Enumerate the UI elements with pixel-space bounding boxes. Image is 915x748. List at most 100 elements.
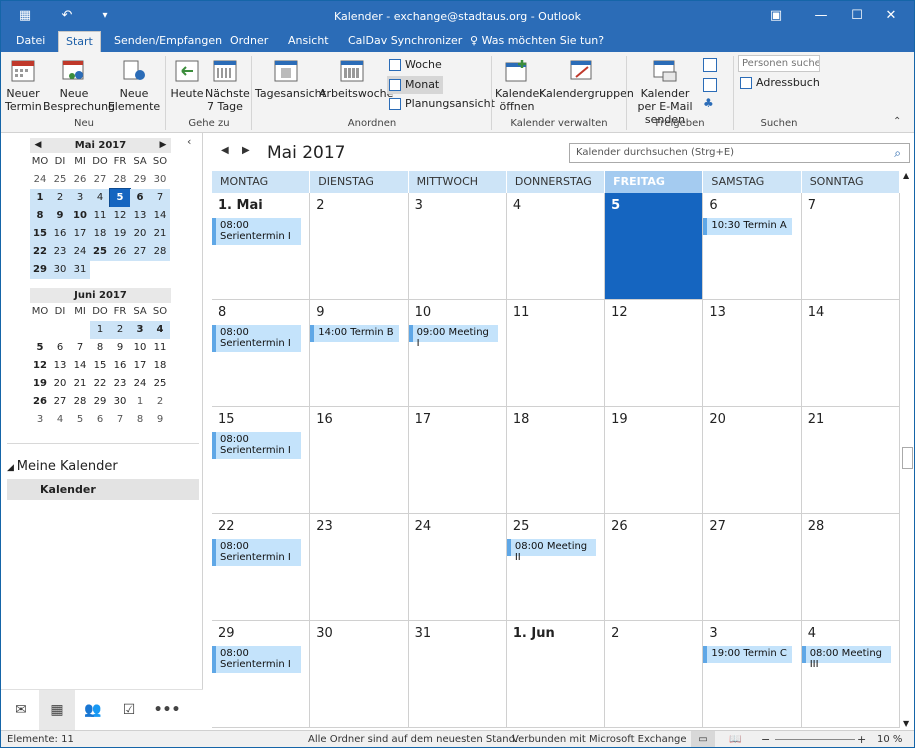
- mini-day[interactable]: 4: [150, 321, 170, 339]
- day-cell[interactable]: 7: [802, 193, 900, 299]
- mini-day[interactable]: 11: [150, 339, 170, 357]
- mini-day[interactable]: 25: [90, 243, 110, 261]
- new-meeting-button[interactable]: Neue Besprechung: [43, 58, 115, 113]
- day-cell[interactable]: 17: [409, 407, 507, 513]
- mini-day[interactable]: 28: [150, 243, 170, 261]
- day-cell[interactable]: 9 14:00 Termin B: [310, 300, 409, 406]
- mini-day[interactable]: 3: [130, 321, 150, 339]
- mini-day[interactable]: 7: [150, 189, 170, 207]
- appointment[interactable]: 08:00 Meeting III: [801, 646, 891, 670]
- calendar-groups-button[interactable]: Kalendergruppen: [539, 58, 634, 100]
- mini-day[interactable]: 25: [50, 171, 70, 189]
- mini-day[interactable]: 31: [70, 261, 90, 279]
- appointment[interactable]: 19:00 Termin C: [703, 646, 793, 663]
- mini-day[interactable]: 5: [70, 411, 90, 429]
- mini-day[interactable]: 1: [90, 321, 110, 339]
- day-cell[interactable]: 14: [802, 300, 900, 406]
- appointment[interactable]: 09:00 Meeting I: [408, 325, 498, 349]
- mini-day[interactable]: 9: [50, 207, 70, 225]
- mini-day[interactable]: 19: [110, 225, 130, 243]
- mini-day[interactable]: 13: [130, 207, 150, 225]
- day-cell[interactable]: 31: [409, 621, 507, 727]
- zoom-out-icon[interactable]: −: [761, 731, 770, 747]
- prev-month-icon[interactable]: ◀: [32, 138, 44, 153]
- calendar-search-input[interactable]: Kalender durchsuchen (Strg+E) ⌕: [569, 143, 910, 163]
- appointment[interactable]: 08:00 Serientermin I: [212, 432, 301, 459]
- day-cell[interactable]: 2: [310, 193, 409, 299]
- tell-me-box[interactable]: ♀ Was möchten Sie tun?: [463, 31, 611, 52]
- mini-day[interactable]: 24: [30, 171, 50, 189]
- day-cell[interactable]: 29 08:00 Serientermin I: [212, 621, 311, 727]
- day-cell[interactable]: 6 10:30 Termin A: [703, 193, 802, 299]
- mini-day[interactable]: 10: [130, 339, 150, 357]
- day-cell[interactable]: 1. Mai 08:00 Serientermin I: [212, 193, 311, 299]
- mini-day[interactable]: 4: [50, 411, 70, 429]
- mini-day[interactable]: 18: [150, 357, 170, 375]
- day-cell[interactable]: 28: [802, 514, 900, 620]
- tab-datei[interactable]: Datei: [9, 31, 52, 52]
- mini-day[interactable]: 8: [30, 207, 50, 225]
- day-cell[interactable]: 1. Jun: [507, 621, 606, 727]
- day-cell[interactable]: 12: [605, 300, 704, 406]
- tab-caldav[interactable]: CalDav Synchronizer: [341, 31, 469, 52]
- appointment[interactable]: 10:30 Termin A: [703, 218, 793, 235]
- mini-day[interactable]: 5: [30, 339, 50, 357]
- day-cell[interactable]: 27: [703, 514, 802, 620]
- mini-day[interactable]: 24: [70, 243, 90, 261]
- mini-day[interactable]: 5: [109, 188, 131, 208]
- mini-day[interactable]: 15: [90, 357, 110, 375]
- people-icon[interactable]: 👥: [75, 690, 111, 731]
- day-cell[interactable]: 4: [507, 193, 606, 299]
- day-cell[interactable]: 24: [409, 514, 507, 620]
- next-7-days-button[interactable]: Nächste 7 Tage: [205, 58, 250, 113]
- tab-senden-empfangen[interactable]: Senden/Empfangen: [107, 31, 229, 52]
- day-cell[interactable]: 5: [605, 193, 704, 299]
- mini-day[interactable]: 2: [150, 393, 170, 411]
- search-icon[interactable]: ⌕: [894, 144, 901, 162]
- scroll-up-icon[interactable]: ▲: [903, 171, 909, 180]
- mini-day[interactable]: 7: [110, 411, 130, 429]
- mini-day[interactable]: 29: [30, 261, 50, 279]
- mini-day[interactable]: 18: [90, 225, 110, 243]
- tab-ordner[interactable]: Ordner: [223, 31, 275, 52]
- mini-day[interactable]: 28: [110, 171, 130, 189]
- vertical-scrollbar[interactable]: ▲ ▼: [901, 171, 914, 728]
- mini-day[interactable]: 6: [90, 411, 110, 429]
- mini-day[interactable]: 6: [50, 339, 70, 357]
- tasks-icon[interactable]: ☑: [111, 690, 147, 731]
- mini-day[interactable]: 29: [130, 171, 150, 189]
- mini-day[interactable]: 9: [110, 339, 130, 357]
- mini-day[interactable]: 17: [70, 225, 90, 243]
- appointment[interactable]: 14:00 Termin B: [310, 325, 400, 342]
- my-calendars-group[interactable]: ◢ Meine Kalender: [7, 459, 118, 474]
- zoom-in-icon[interactable]: +: [857, 731, 866, 747]
- mini-day[interactable]: 2: [50, 189, 70, 207]
- mini-day[interactable]: 12: [110, 207, 130, 225]
- mini-day[interactable]: 30: [150, 171, 170, 189]
- reading-view-icon[interactable]: 📖: [729, 731, 741, 747]
- publish-calendar-icon[interactable]: [703, 78, 717, 92]
- day-cell[interactable]: 25 08:00 Meeting II: [506, 514, 606, 620]
- mini-day[interactable]: 13: [50, 357, 70, 375]
- today-button[interactable]: Heute: [169, 58, 205, 100]
- mini-day[interactable]: 27: [50, 393, 70, 411]
- week-view-button[interactable]: Woche: [387, 56, 442, 74]
- mini-day[interactable]: 12: [30, 357, 50, 375]
- mini-day[interactable]: 22: [30, 243, 50, 261]
- mini-day[interactable]: 26: [70, 171, 90, 189]
- email-calendar-button[interactable]: Kalender per E-Mail senden: [630, 58, 700, 126]
- mini-day[interactable]: 3: [30, 411, 50, 429]
- mini-day[interactable]: 10: [70, 207, 90, 225]
- people-search-input[interactable]: [738, 55, 820, 72]
- mini-day[interactable]: 29: [90, 393, 110, 411]
- mini-day[interactable]: 28: [70, 393, 90, 411]
- mini-day[interactable]: 17: [130, 357, 150, 375]
- mini-day[interactable]: 30: [50, 261, 70, 279]
- mini-day[interactable]: 21: [70, 375, 90, 393]
- schedule-view-button[interactable]: Planungsansicht: [387, 95, 495, 113]
- appointment[interactable]: 08:00 Serientermin I: [212, 218, 301, 245]
- next-month-icon[interactable]: ▶: [157, 138, 169, 153]
- day-cell[interactable]: 3: [409, 193, 507, 299]
- more-icon[interactable]: •••: [149, 690, 185, 731]
- mini-day[interactable]: 23: [110, 375, 130, 393]
